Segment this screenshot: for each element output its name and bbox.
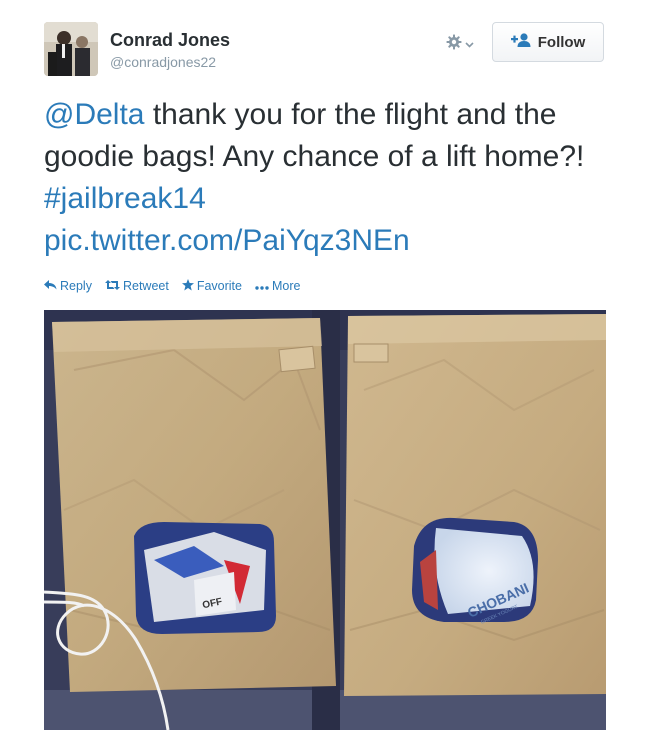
follow-label: Follow <box>537 33 586 51</box>
tweet-actions: Reply Retweet Favorite More <box>44 276 313 296</box>
reply-icon <box>44 279 57 293</box>
more-icon <box>255 279 269 293</box>
avatar[interactable] <box>44 22 98 76</box>
favorite-label: Favorite <box>196 279 242 293</box>
reply-label: Reply <box>60 279 92 293</box>
hashtag-link[interactable]: #jailbreak14 <box>44 182 206 215</box>
media-link[interactable]: pic.twitter.com/PaiYqz3NEn <box>44 224 410 257</box>
more-action[interactable]: More <box>255 279 300 293</box>
retweet-action[interactable]: Retweet <box>104 279 169 293</box>
reply-action[interactable]: Reply <box>44 279 92 293</box>
follow-button[interactable]: Follow <box>492 22 604 62</box>
retweet-label: Retweet <box>122 279 169 293</box>
tweet-photo[interactable]: OFF CHOBANI GREEK YOGURT <box>44 310 606 730</box>
retweet-icon <box>104 279 120 293</box>
user-handle[interactable]: @conradjones22 <box>110 54 216 70</box>
add-user-icon <box>510 32 531 52</box>
tweet-text: @Delta thank you for the flight and the … <box>44 94 624 262</box>
star-icon <box>181 278 194 294</box>
favorite-action[interactable]: Favorite <box>181 278 242 294</box>
chevron-down-icon <box>465 35 474 53</box>
gear-icon <box>446 34 462 55</box>
mention-link[interactable]: @Delta <box>44 98 145 131</box>
user-actions-menu[interactable] <box>446 32 488 56</box>
tweet-card: Conrad Jones @conradjones22 Follow @Delt… <box>0 0 650 744</box>
more-label: More <box>271 279 301 293</box>
user-fullname[interactable]: Conrad Jones <box>110 30 230 51</box>
